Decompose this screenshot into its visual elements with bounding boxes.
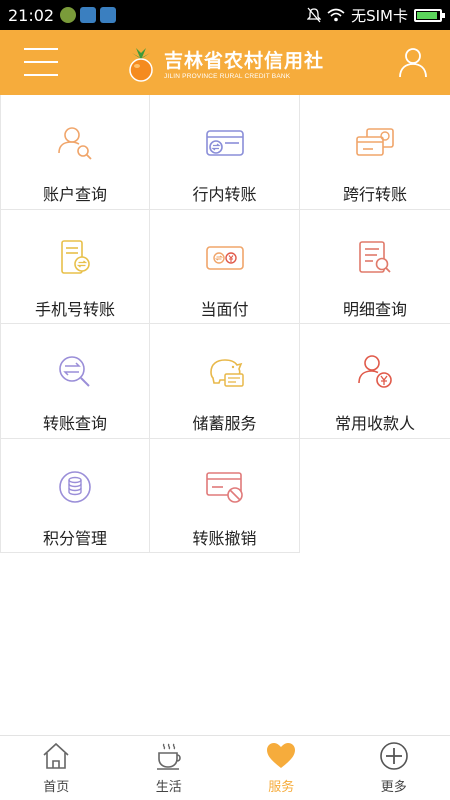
service-points[interactable]: 积分管理 [0,438,150,553]
transfer-cancel-icon [205,471,243,503]
service-transfer-search[interactable]: 转账查询 [0,324,150,439]
face-pay-icon [205,245,244,270]
service-phone-transfer[interactable]: 手机号转账 [0,209,150,324]
service-transfer-cancel[interactable]: 转账撤销 [150,438,300,553]
service-label: 明细查询 [342,299,407,319]
battery-icon [414,8,445,22]
nav-home[interactable]: 首页 [0,736,113,800]
service-label: 当面付 [200,299,249,319]
plus-circle-icon [379,742,408,770]
service-payee[interactable]: 常用收款人 [300,324,450,439]
app-notification-icon [60,7,77,23]
menu-line [24,61,58,63]
nav-label: 生活 [155,780,182,795]
points-icon [59,470,91,503]
payee-icon [358,355,392,388]
nav-label: 更多 [380,780,407,795]
status-time: 21:02 [8,5,55,25]
service-label: 行内转账 [192,185,257,204]
nav-label: 服务 [268,780,295,795]
wifi-icon [327,8,345,22]
interbank-transfer-icon [356,128,394,156]
status-bar: 21:02 无SIM卡 [0,0,450,30]
service-label: 储蓄服务 [192,414,257,433]
menu-button[interactable] [24,48,58,76]
usb-notification-icon [100,7,117,23]
bank-logo: 吉林省农村信用社 JILIN PROVINCE RURAL CREDIT BAN… [126,44,324,82]
menu-line [24,74,58,76]
nav-label: 首页 [43,780,70,795]
alarm-notification-icon [80,7,97,23]
nav-service[interactable]: 服务 [225,736,338,800]
card-transfer-icon [205,130,244,156]
service-label: 转账撤销 [192,528,257,548]
bank-logo-icon [129,47,153,82]
mute-icon [307,7,322,23]
service-interbank-transfer[interactable]: 跨行转账 [300,95,450,210]
service-label: 跨行转账 [342,185,407,204]
bottom-nav: 首页 生活 服务 更多 [0,735,450,800]
account-search-icon [58,127,92,160]
home-icon [43,742,69,769]
service-face-pay[interactable]: 当面付 [150,209,300,324]
brand-name-en: JILIN PROVINCE RURAL CREDIT BANK [163,72,291,80]
service-label: 手机号转账 [34,299,115,319]
piggy-bank-icon [209,359,244,387]
app-header: 吉林省农村信用社 JILIN PROVINCE RURAL CREDIT BAN… [0,30,450,95]
nav-life[interactable]: 生活 [113,736,226,800]
service-grid: 账户查询 行内转账 跨行转账 手机号转账 当面付 明细查询 转账查询 储蓄服务 … [0,95,450,553]
service-label: 积分管理 [42,528,107,548]
phone-transfer-icon [61,239,90,274]
service-label: 转账查询 [42,414,107,433]
carrier-label: 无SIM卡 [351,6,408,25]
heart-icon [267,743,296,768]
service-label: 常用收款人 [334,414,415,433]
nav-more[interactable]: 更多 [338,736,450,800]
service-savings[interactable]: 储蓄服务 [150,324,300,439]
transfer-search-icon [59,356,90,387]
service-account-search[interactable]: 账户查询 [0,95,150,210]
brand-name-cn: 吉林省农村信用社 [163,49,324,72]
menu-line [24,48,58,50]
detail-search-icon [359,240,391,273]
coffee-icon [156,743,181,770]
service-detail-search[interactable]: 明细查询 [300,209,450,324]
user-profile-icon[interactable] [398,46,428,78]
service-intra-transfer[interactable]: 行内转账 [150,95,300,210]
service-label: 账户查询 [42,185,107,204]
